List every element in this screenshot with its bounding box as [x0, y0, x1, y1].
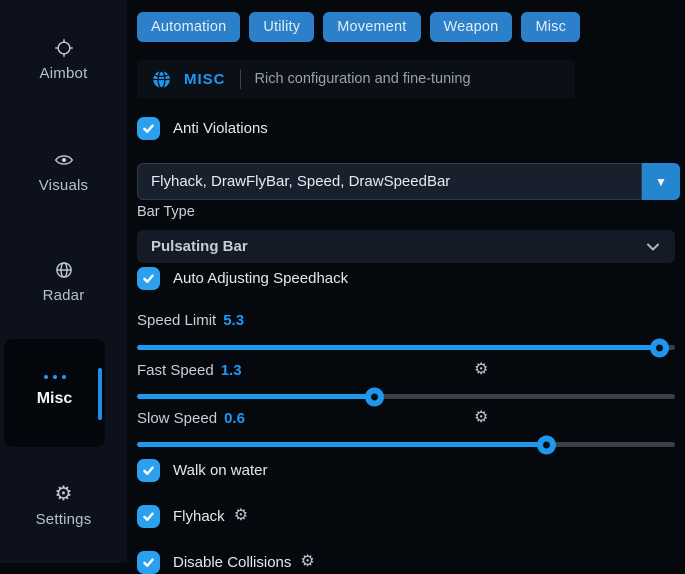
check-icon	[142, 272, 155, 285]
multiselect-value[interactable]: Flyhack, DrawFlyBar, Speed, DrawSpeedBar	[137, 163, 642, 200]
sidebar-item-label: Misc	[37, 390, 73, 408]
tab-utility[interactable]: Utility	[249, 12, 314, 42]
sidebar-item-label: Settings	[36, 511, 92, 528]
sidebar-item-radar[interactable]: Radar	[0, 260, 127, 304]
gear-icon[interactable]: ⚙	[474, 408, 488, 428]
gear-icon[interactable]: ⚙	[474, 360, 488, 380]
slider-track[interactable]	[137, 442, 675, 447]
disable-collisions-row[interactable]: Disable Collisions ⚙	[137, 550, 315, 574]
tab-misc[interactable]: Misc	[521, 12, 580, 42]
auto-adjusting-speedhack-checkbox[interactable]	[137, 267, 160, 290]
slider-value: 0.6	[224, 410, 245, 427]
checkbox-label: Anti Violations	[173, 120, 268, 137]
selected-indicator-bar	[98, 368, 102, 420]
anti-violations-row[interactable]: Anti Violations	[137, 116, 268, 140]
section-header: MISC Rich configuration and fine-tuning	[137, 60, 575, 98]
auto-adjusting-speedhack-row[interactable]: Auto Adjusting Speedhack	[137, 266, 348, 290]
checkbox-label: Auto Adjusting Speedhack	[173, 270, 348, 287]
speed-limit-label-row: Speed Limit 5.3	[137, 311, 244, 329]
slider-label: Speed Limit	[137, 312, 216, 329]
fast-speed-label-row: Fast Speed 1.3 ⚙	[137, 361, 242, 379]
flyhack-checkbox[interactable]	[137, 505, 160, 528]
gear-icon: ⚙	[55, 484, 73, 504]
slider-fill	[137, 345, 659, 350]
slider-thumb[interactable]	[537, 435, 556, 454]
crosshair-icon	[54, 38, 74, 58]
speed-limit-slider[interactable]	[137, 337, 675, 357]
disable-collisions-checkbox[interactable]	[137, 551, 160, 574]
slider-value: 1.3	[221, 362, 242, 379]
sidebar-item-visuals[interactable]: Visuals	[0, 150, 127, 194]
category-tab-bar: Automation Utility Movement Weapon Misc	[137, 12, 580, 42]
check-icon	[142, 464, 155, 477]
select-value: Pulsating Bar	[151, 238, 248, 255]
anti-violations-checkbox[interactable]	[137, 117, 160, 140]
slider-track[interactable]	[137, 394, 675, 399]
mod-menu-window: { "colors": { "accent_blue": "#2196f3", …	[0, 0, 685, 563]
sidebar-item-misc-selected[interactable]: Misc	[4, 339, 105, 447]
header-divider	[240, 69, 241, 89]
sidebar-item-aimbot[interactable]: Aimbot	[0, 38, 127, 82]
slider-value: 5.3	[223, 312, 244, 329]
bar-type-select[interactable]: Pulsating Bar	[137, 230, 675, 263]
tab-weapon[interactable]: Weapon	[430, 12, 513, 42]
check-icon	[142, 556, 155, 569]
eye-icon	[54, 150, 74, 170]
slider-label: Fast Speed	[137, 362, 214, 379]
chevron-down-icon	[645, 239, 661, 255]
gear-icon[interactable]: ⚙	[234, 506, 248, 526]
check-icon	[142, 122, 155, 135]
sidebar-item-label: Radar	[43, 287, 85, 304]
gear-icon[interactable]: ⚙	[300, 552, 314, 572]
checkbox-label: Disable Collisions	[173, 554, 291, 571]
check-icon	[142, 510, 155, 523]
section-title: MISC	[184, 71, 226, 88]
bar-flags-multiselect[interactable]: Flyhack, DrawFlyBar, Speed, DrawSpeedBar…	[137, 163, 680, 200]
slider-label: Slow Speed	[137, 410, 217, 427]
slider-thumb[interactable]	[365, 387, 384, 406]
caret-down-icon[interactable]: ▼	[642, 163, 680, 200]
sidebar-item-label: Aimbot	[40, 65, 88, 82]
bar-type-label: Bar Type	[137, 204, 195, 220]
globe-icon	[151, 69, 172, 90]
misc-config-panel: Automation Utility Movement Weapon Misc …	[127, 0, 685, 563]
sidebar: Aimbot Visuals Radar Misc ⚙ Settings	[0, 0, 127, 563]
slow-speed-slider[interactable]	[137, 434, 675, 454]
sidebar-item-settings[interactable]: ⚙ Settings	[0, 484, 127, 528]
ellipsis-icon	[44, 375, 66, 379]
tab-automation[interactable]: Automation	[137, 12, 240, 42]
checkbox-label: Walk on water	[173, 462, 267, 479]
fast-speed-slider[interactable]	[137, 386, 675, 406]
slider-track[interactable]	[137, 345, 675, 350]
sidebar-item-label: Visuals	[39, 177, 88, 194]
slider-fill	[137, 442, 546, 447]
globe-icon	[54, 260, 74, 280]
walk-on-water-row[interactable]: Walk on water	[137, 458, 267, 482]
checkbox-label: Flyhack	[173, 508, 225, 525]
section-subtitle: Rich configuration and fine-tuning	[255, 71, 471, 87]
slider-fill	[137, 394, 374, 399]
tab-movement[interactable]: Movement	[323, 12, 420, 42]
slider-thumb[interactable]	[650, 338, 669, 357]
flyhack-row[interactable]: Flyhack ⚙	[137, 504, 248, 528]
walk-on-water-checkbox[interactable]	[137, 459, 160, 482]
slow-speed-label-row: Slow Speed 0.6 ⚙	[137, 409, 245, 427]
